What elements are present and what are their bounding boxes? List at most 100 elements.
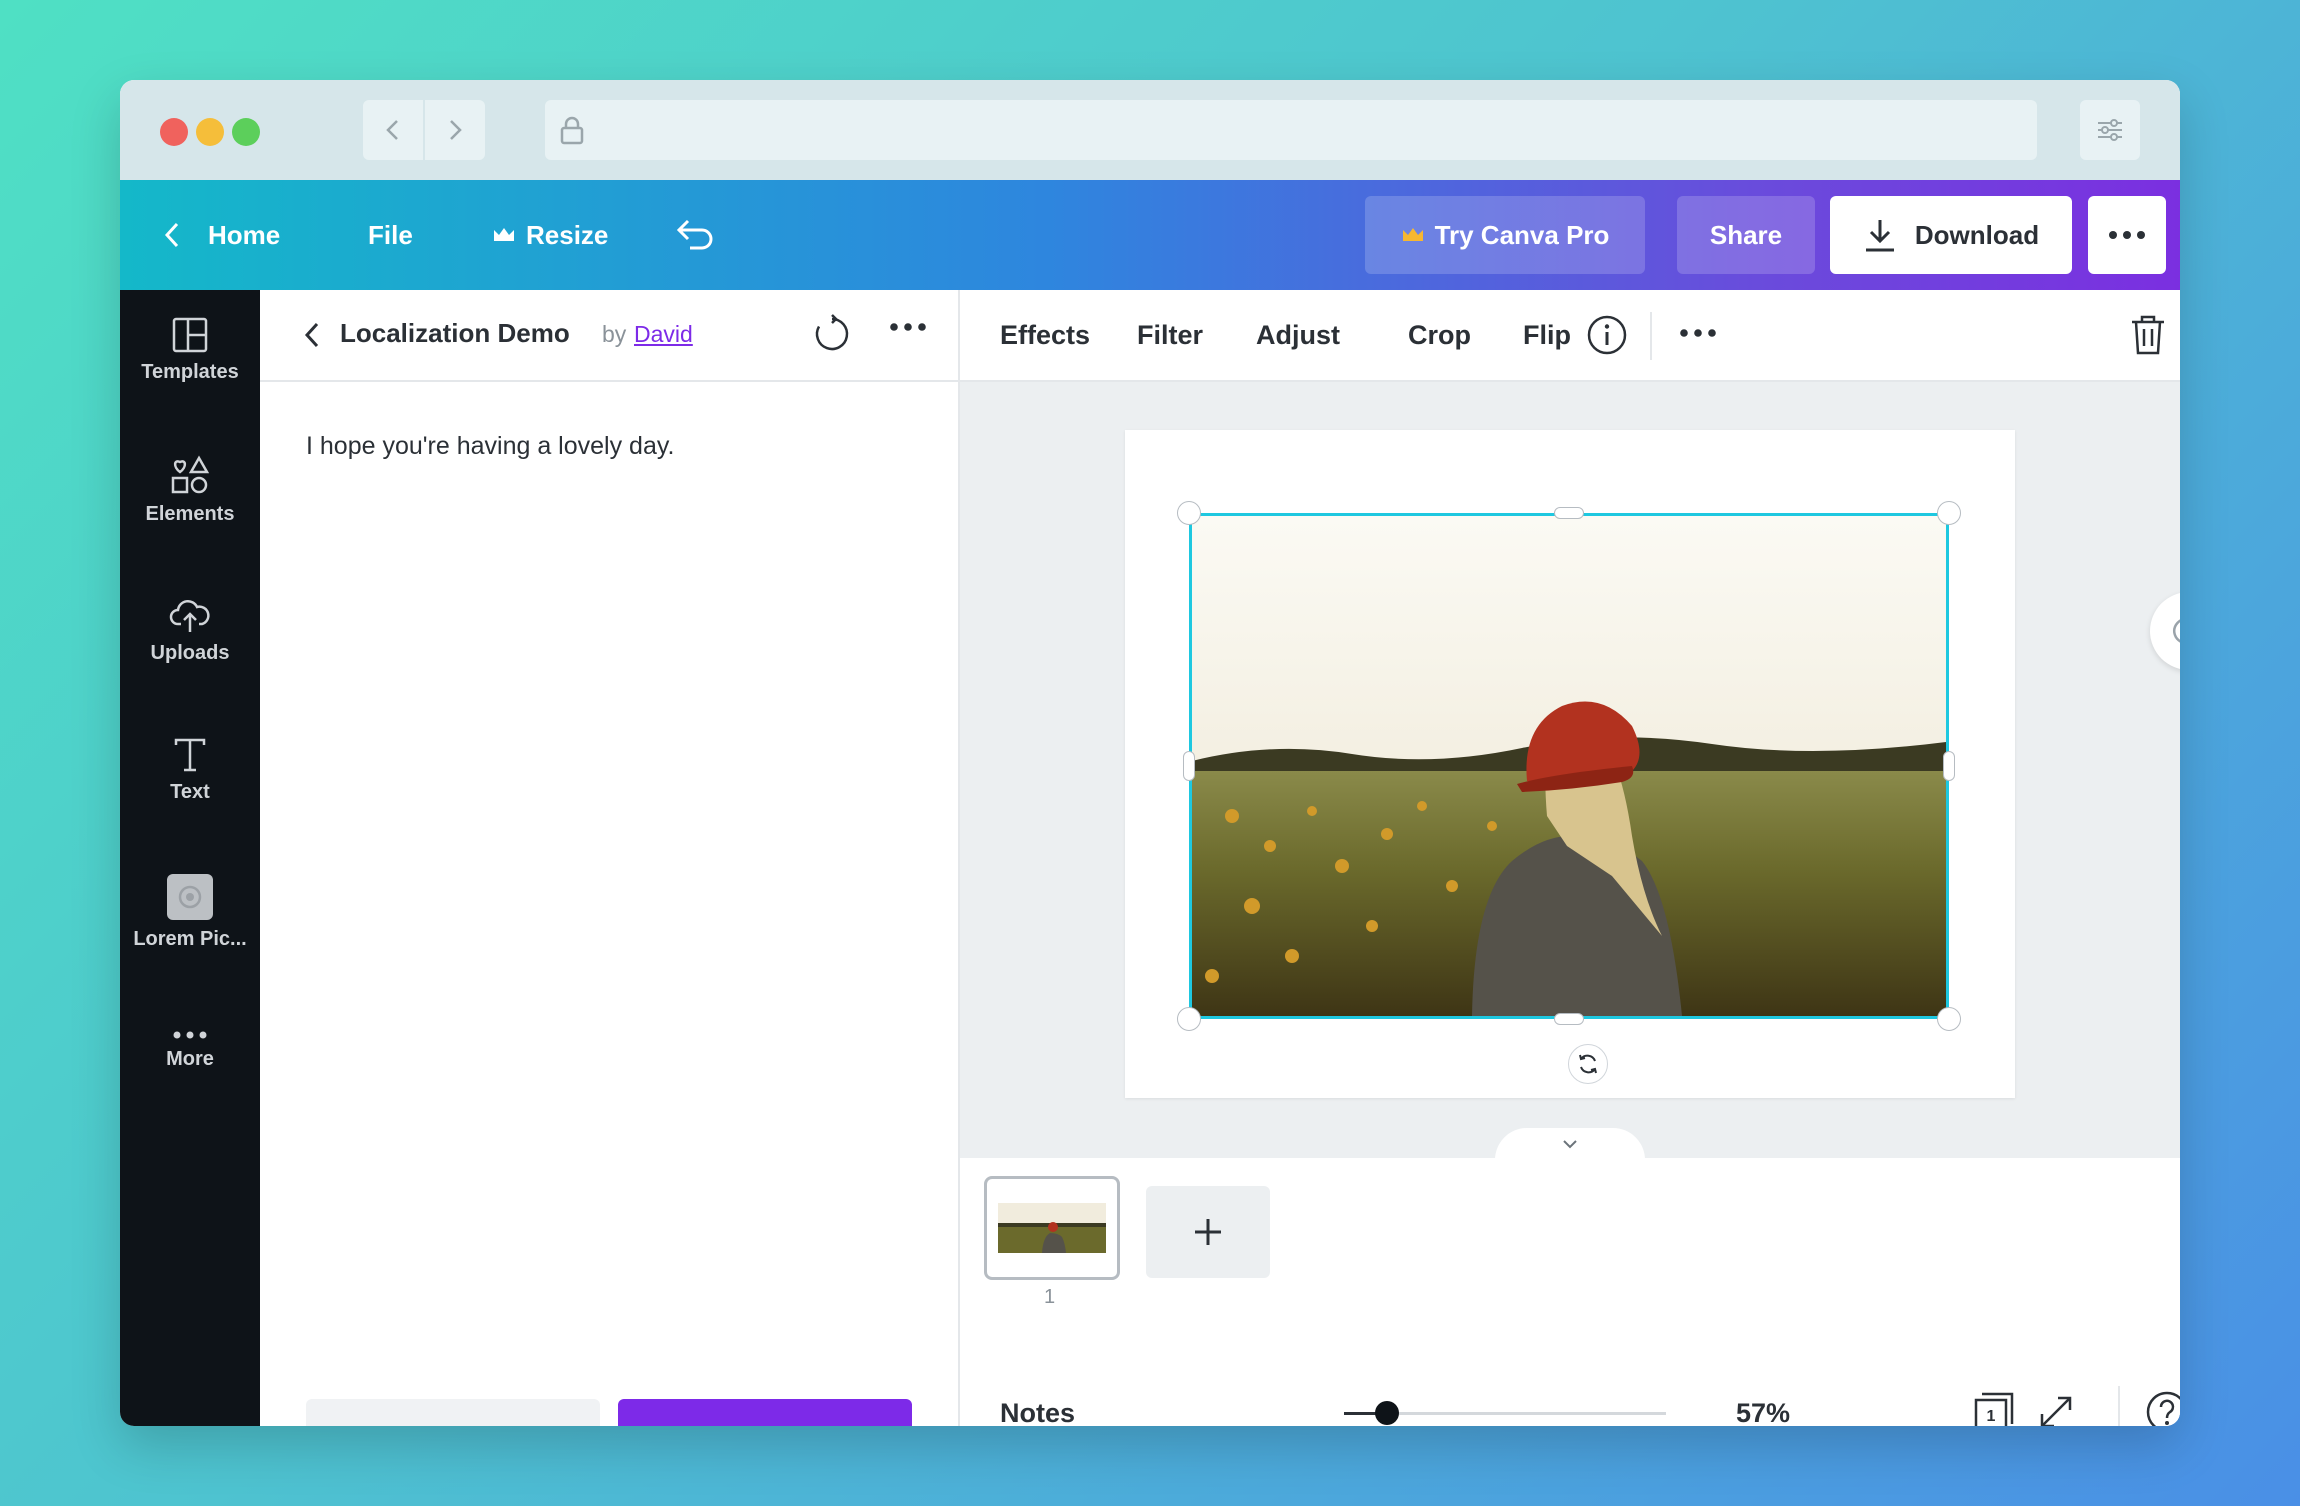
resize-handle-bottom-right[interactable] [1937,1007,1961,1031]
undo-button[interactable] [676,180,726,290]
add-comment-icon [2173,619,2180,643]
try-canva-pro-button[interactable]: Try Canva Pro [1365,196,1645,274]
panel-message: I hope you're having a lovely day. [306,432,675,460]
sidebar-item-uploads[interactable]: Uploads [120,570,260,690]
crown-icon [1402,228,1423,241]
zoom-level[interactable]: 57% [1736,1398,1790,1426]
sidebar-item-label: Templates [141,360,239,383]
selected-image[interactable] [1189,513,1949,1019]
page-count-badge: 1 [1987,1408,1996,1425]
page-number: 1 [1044,1286,1056,1308]
delete-button[interactable] [2130,314,2166,361]
sidebar-item-templates[interactable]: Templates [120,290,260,410]
minimize-window-button[interactable] [196,118,224,146]
sidebar-item-text[interactable]: Text [120,710,260,830]
rotate-icon [1579,1054,1597,1074]
resize-handle-bottom[interactable] [1554,1013,1584,1025]
fullscreen-button[interactable] [2036,1392,2076,1426]
panel-header: Localization Demo by David [260,290,958,382]
pages-icon: 1 [1974,1392,2014,1426]
chevron-down-icon [1563,1140,1577,1149]
zoom-minus-mark [1344,1412,1360,1415]
add-page-button[interactable] [1146,1186,1270,1278]
page-count-button[interactable]: 1 [1972,1390,2016,1426]
image-toolbar: Effects Filter Adjust Crop Flip [960,290,2180,382]
sidebar-item-label: Text [170,780,210,803]
resize-button[interactable]: Resize [492,180,608,290]
footer-divider [2118,1386,2120,1426]
panel-title: Localization Demo [340,318,570,348]
resize-handle-top[interactable] [1554,507,1584,519]
page-thumbnail[interactable] [984,1176,1120,1280]
download-button[interactable]: Download [1830,196,2072,274]
chevron-right-icon [450,120,462,140]
sidebar-item-label: Uploads [150,641,230,664]
sidebar-item-label: Lorem Pic... [133,927,247,950]
sidebar-item-more[interactable]: More [120,990,260,1110]
expand-icon [2040,1396,2072,1426]
resize-handle-right[interactable] [1943,751,1955,781]
flip-button[interactable]: Flip [1523,320,1571,351]
more-options-button[interactable] [2088,196,2166,274]
resize-label: Resize [526,219,609,250]
field-photo [1192,516,1946,1016]
toolbar-divider [1650,312,1652,360]
cancel-button[interactable]: Cancel [306,1399,600,1426]
share-button[interactable]: Share [1677,196,1815,274]
close-window-button[interactable] [160,118,188,146]
sidebar-item-lorem-picsum[interactable]: Lorem Pic... [120,852,260,972]
effects-button[interactable]: Effects [1000,320,1090,351]
browser-back-button[interactable] [363,100,423,160]
crown-icon [494,228,514,241]
plus-icon [1195,1219,1221,1245]
adjust-button[interactable]: Adjust [1256,320,1340,351]
refresh-button[interactable] [812,314,852,359]
browser-forward-button[interactable] [425,100,485,160]
share-label: Share [1709,219,1783,250]
more-dots-icon [2109,231,2145,239]
zoom-slider-thumb[interactable] [1375,1401,1399,1425]
panel-more-button[interactable] [888,320,928,338]
address-bar[interactable] [545,100,2037,160]
sidebar-item-elements[interactable]: Elements [120,430,260,550]
browser-settings-button[interactable] [2080,100,2140,160]
info-button[interactable] [1586,314,1628,361]
crop-button[interactable]: Crop [1408,320,1471,351]
sidebar-item-label: More [166,1047,214,1070]
elements-icon [171,454,210,493]
collapse-pages-button[interactable] [1495,1128,1645,1160]
resize-handle-top-right[interactable] [1937,501,1961,525]
more-dots-icon [173,1031,207,1038]
home-button[interactable]: Home [162,180,280,290]
rotate-handle[interactable] [1568,1044,1608,1084]
browser-toolbar [120,80,2180,180]
file-label: File [368,219,413,250]
file-menu-button[interactable]: File [368,180,413,290]
zoom-slider[interactable] [1360,1412,1666,1415]
toolbar-more-button[interactable] [1678,326,1718,344]
resize-handle-bottom-left[interactable] [1177,1007,1201,1031]
trash-icon [2132,315,2164,355]
editor-area: Effects Filter Adjust Crop Flip 1 Notes … [960,290,2180,1426]
try-pro-label: Try Canva Pro [1434,219,1610,250]
resize-handle-top-left[interactable] [1177,501,1201,525]
app-header: Home File Resize Try Canva Pro Share Dow… [120,180,2180,290]
refresh-icon [815,314,849,351]
help-button[interactable] [2145,1390,2180,1426]
filter-button[interactable]: Filter [1137,320,1203,351]
browser-window: Home File Resize Try Canva Pro Share Dow… [120,80,2180,1426]
notes-button[interactable]: Notes [1000,1398,1075,1426]
lock-icon [560,116,584,145]
maximize-window-button[interactable] [232,118,260,146]
add-comment-button[interactable] [2150,592,2180,670]
upload-cloud-icon [169,599,210,632]
panel-back-button[interactable] [302,320,322,355]
info-icon [1587,315,1627,355]
apply-button[interactable]: Apply [618,1399,912,1426]
author-link[interactable]: David [634,321,693,348]
more-dots-icon [1680,329,1716,337]
download-label: Download [1914,219,2040,250]
chevron-left-icon [304,322,319,348]
text-icon [174,738,206,771]
resize-handle-left[interactable] [1183,751,1195,781]
